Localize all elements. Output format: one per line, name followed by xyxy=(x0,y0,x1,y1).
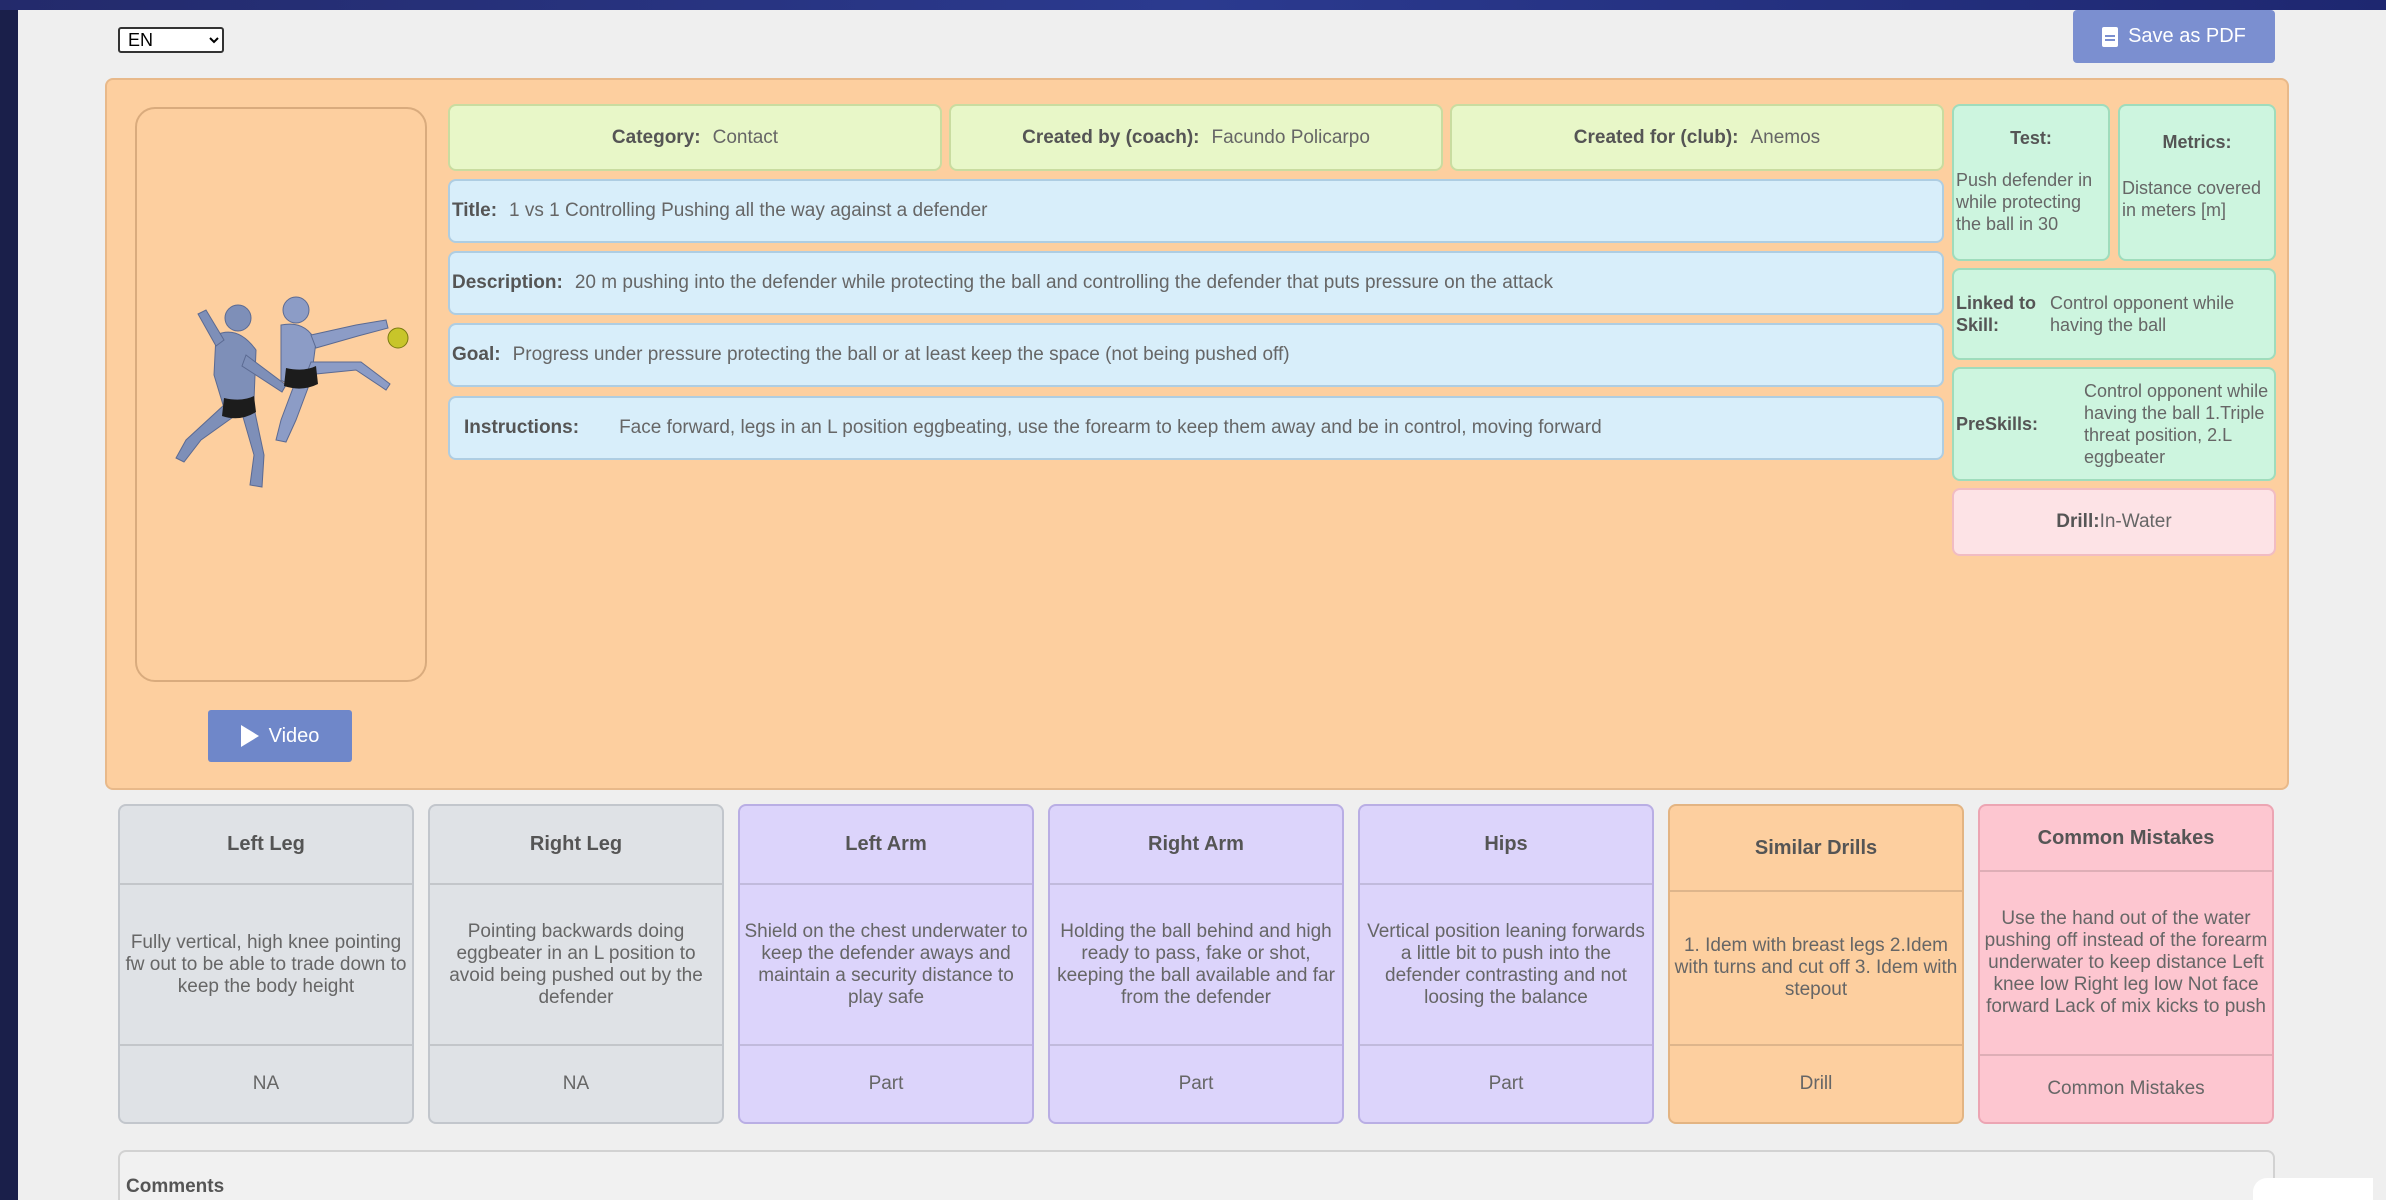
right-arm-card: Right Arm Holding the ball behind and hi… xyxy=(1048,804,1344,1124)
card-footer: Part xyxy=(740,1044,1032,1122)
description-label: Description: xyxy=(452,272,563,293)
players-illustration xyxy=(175,296,409,488)
club-label: Created for (club): xyxy=(1573,126,1739,148)
drill-type-box: Drill: In-Water xyxy=(1952,488,2276,556)
card-footer: Drill xyxy=(1670,1044,1962,1122)
coach-label: Created by (coach): xyxy=(1022,126,1200,148)
title-label: Title: xyxy=(452,200,498,221)
card-body: Shield on the chest underwater to keep t… xyxy=(744,920,1028,1008)
card-body: Holding the ball behind and high ready t… xyxy=(1057,920,1335,1008)
drill-summary-card: Video Category: Contact Created by (coac… xyxy=(105,78,2289,790)
instructions-label: Instructions: xyxy=(464,417,580,438)
goal-value: Progress under pressure protecting the b… xyxy=(512,344,1290,365)
card-footer: Part xyxy=(1050,1044,1342,1122)
card-body: Fully vertical, high knee pointing fw ou… xyxy=(125,931,407,997)
club-box: Created for (club): Anemos xyxy=(1450,104,1944,171)
card-footer: NA xyxy=(120,1044,412,1122)
coach-value: Facundo Policarpo xyxy=(1211,126,1370,148)
file-pdf-icon xyxy=(2102,26,2119,47)
coach-box: Created by (coach): Facundo Policarpo xyxy=(949,104,1443,171)
hips-card: Hips Vertical position leaning forwards … xyxy=(1358,804,1654,1124)
drill-type-value: In-Water xyxy=(2099,511,2172,532)
drill-type-label: Drill: xyxy=(2056,511,2100,532)
video-button[interactable]: Video xyxy=(208,710,352,762)
category-value: Contact xyxy=(712,126,779,148)
description-box: Description: 20 m pushing into the defen… xyxy=(448,251,1944,315)
preskills-label: PreSkills: xyxy=(1956,413,2039,434)
card-footer: Common Mistakes xyxy=(1980,1054,2272,1122)
metrics-value: Distance covered in meters [m] xyxy=(2122,178,2262,220)
comments-section: Comments xyxy=(118,1150,2275,1200)
comments-label: Comments xyxy=(126,1176,225,1197)
goal-box: Goal: Progress under pressure protecting… xyxy=(448,323,1944,387)
similar-drills-card: Similar Drills 1. Idem with breast legs … xyxy=(1668,804,1964,1124)
category-label: Category: xyxy=(611,126,701,148)
club-value: Anemos xyxy=(1750,126,1821,148)
video-label: Video xyxy=(268,724,320,747)
card-title: Left Arm xyxy=(740,806,1032,885)
drill-page: EN Save as PDF Video Category: Contact C… xyxy=(18,10,2386,1200)
title-value: 1 vs 1 Controlling Pushing all the way a… xyxy=(509,200,988,221)
preskills-value: Control opponent while having the ball 1… xyxy=(2084,381,2269,467)
card-body: 1. Idem with breast legs 2.Idem with tur… xyxy=(1674,935,1958,1000)
common-mistakes-card: Common Mistakes Use the hand out of the … xyxy=(1978,804,2274,1124)
linked-skill-label: Linked to Skill: xyxy=(1956,293,2036,335)
description-value: 20 m pushing into the defender while pro… xyxy=(574,272,1553,293)
test-label: Test: xyxy=(2010,128,2052,148)
corner-widget xyxy=(2253,1178,2373,1200)
card-title: Hips xyxy=(1360,806,1652,885)
test-value: Push defender in while protecting the ba… xyxy=(1956,170,2093,234)
drill-illustration xyxy=(135,107,427,682)
right-leg-card: Right Leg Pointing backwards doing eggbe… xyxy=(428,804,724,1124)
card-title: Left Leg xyxy=(120,806,412,885)
language-select[interactable]: EN xyxy=(118,27,224,53)
linked-skill-box: Linked to Skill: Control opponent while … xyxy=(1952,268,2276,360)
window-top-bar xyxy=(0,0,2386,10)
save-pdf-label: Save as PDF xyxy=(2128,25,2246,47)
left-arm-card: Left Arm Shield on the chest underwater … xyxy=(738,804,1034,1124)
card-title: Right Leg xyxy=(430,806,722,885)
instructions-box: Instructions: Face forward, legs in an L… xyxy=(448,396,1944,460)
metrics-label: Metrics: xyxy=(2162,132,2232,152)
card-body: Pointing backwards doing eggbeater in an… xyxy=(449,920,703,1008)
play-icon xyxy=(240,725,259,747)
test-box: Test: Push defender in while protecting … xyxy=(1952,104,2110,261)
card-title: Similar Drills xyxy=(1670,806,1962,892)
category-box: Category: Contact xyxy=(448,104,942,171)
linked-skill-value: Control opponent while having the ball xyxy=(2050,293,2235,335)
instructions-value: Face forward, legs in an L position eggb… xyxy=(619,417,1602,438)
card-footer: NA xyxy=(430,1044,722,1122)
goal-label: Goal: xyxy=(452,344,501,365)
card-title: Common Mistakes xyxy=(1980,806,2272,872)
preskills-box: PreSkills: Control opponent while having… xyxy=(1952,367,2276,481)
title-box: Title: 1 vs 1 Controlling Pushing all th… xyxy=(448,179,1944,243)
card-title: Right Arm xyxy=(1050,806,1342,885)
card-footer: Part xyxy=(1360,1044,1652,1122)
card-body: Use the hand out of the water pushing of… xyxy=(1984,908,2268,1017)
metrics-box: Metrics: Distance covered in meters [m] xyxy=(2118,104,2276,261)
card-body: Vertical position leaning forwards a lit… xyxy=(1367,920,1645,1008)
left-leg-card: Left Leg Fully vertical, high knee point… xyxy=(118,804,414,1124)
save-pdf-button[interactable]: Save as PDF xyxy=(2073,10,2275,63)
